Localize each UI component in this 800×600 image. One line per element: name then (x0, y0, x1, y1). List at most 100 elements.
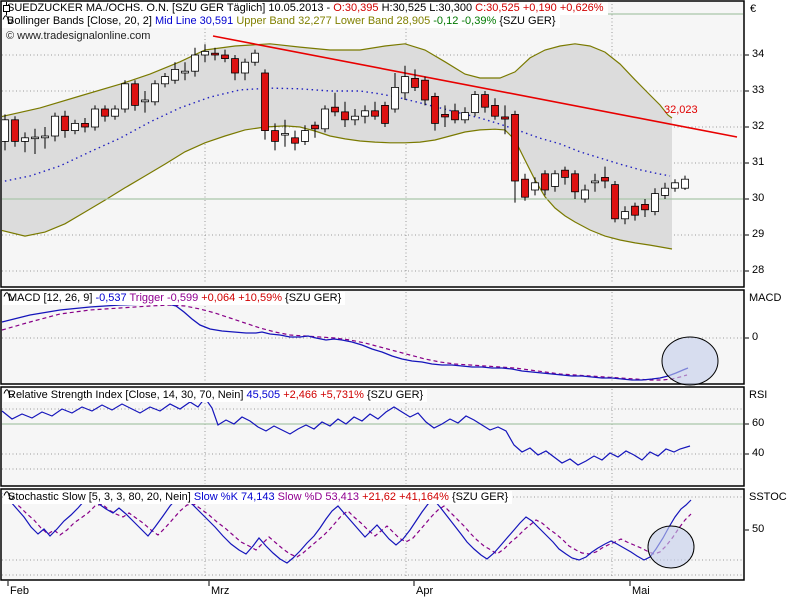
candle[interactable] (11, 119, 19, 142)
bollinger-header[interactable]: Bollinger Bands [Close, 20, 2] Mid Line … (2, 15, 560, 28)
header-segment: {SZU GER} (451, 491, 509, 503)
candle[interactable] (511, 114, 519, 182)
header-segment: Slow %D 53,413 (277, 491, 363, 503)
candle[interactable] (571, 173, 579, 193)
candle[interactable] (121, 83, 129, 110)
candle[interactable] (521, 178, 529, 198)
candle[interactable] (461, 112, 469, 121)
header-segment: Lower Band 28,905 (334, 15, 434, 27)
candle[interactable] (451, 110, 459, 121)
candle[interactable] (481, 94, 489, 108)
header-segment: {SZU GER} (499, 15, 556, 27)
candle[interactable] (321, 108, 329, 130)
candle[interactable] (591, 180, 599, 184)
header-segment: 45,505 (246, 389, 284, 401)
month-label[interactable]: Mrz (211, 585, 229, 597)
candle[interactable] (301, 130, 309, 142)
candle[interactable] (431, 96, 439, 124)
candle[interactable] (271, 130, 279, 142)
macd-header[interactable]: MACD [12, 26, 9] -0,537 Trigger -0,599 +… (3, 292, 346, 305)
candle[interactable] (381, 105, 389, 124)
candle[interactable] (491, 105, 499, 117)
watermark: © www.tradesignalonline.com (6, 30, 151, 42)
candle[interactable] (371, 110, 379, 117)
candle[interactable] (531, 182, 539, 191)
header-segment: Trigger -0,599 (129, 292, 202, 304)
candle[interactable] (221, 54, 229, 59)
candle[interactable] (41, 135, 49, 139)
candle[interactable] (61, 115, 69, 131)
rsi-header[interactable]: Relative Strength Index [Close, 14, 30, … (3, 389, 428, 402)
candle[interactable] (281, 133, 289, 136)
candle[interactable] (111, 108, 119, 117)
stochastic-header[interactable]: Stochastic Slow [5, 3, 3, 80, 20, Nein] … (3, 491, 513, 504)
candle[interactable] (161, 76, 169, 85)
candle[interactable] (251, 52, 259, 63)
candle[interactable] (51, 115, 59, 137)
month-label[interactable]: Mai (632, 585, 650, 597)
candle[interactable] (71, 123, 79, 132)
header-segment: -0,537 (95, 292, 130, 304)
candle[interactable] (601, 176, 609, 182)
candle[interactable] (171, 69, 179, 81)
candle[interactable] (101, 108, 109, 117)
candle[interactable] (81, 123, 89, 128)
candle[interactable] (501, 116, 509, 120)
stochastic-header-text: Stochastic Slow [5, 3, 3, 80, 20, Nein] … (8, 491, 508, 503)
candle[interactable] (681, 178, 689, 189)
candle[interactable] (671, 182, 679, 189)
candle[interactable] (471, 94, 479, 113)
candle[interactable] (241, 61, 249, 74)
header-segment: C:30,525 +0,190 +0,626% (475, 2, 604, 14)
candle[interactable] (151, 83, 159, 103)
candle[interactable] (201, 51, 209, 56)
price-tick-label: 31 (752, 156, 765, 168)
candle[interactable] (261, 72, 269, 131)
candle[interactable] (561, 169, 569, 178)
candle[interactable] (391, 87, 399, 110)
candle[interactable] (141, 99, 149, 103)
header-segment: Mid Line 30,591 (154, 15, 237, 27)
candle[interactable] (421, 79, 429, 101)
candle[interactable] (551, 173, 559, 187)
candle[interactable] (231, 58, 239, 74)
candle[interactable] (401, 76, 409, 94)
candle[interactable] (2, 119, 9, 142)
candle[interactable] (311, 124, 319, 130)
candle[interactable] (411, 78, 419, 88)
candle[interactable] (351, 115, 359, 121)
header-segment: {SZU GER} (285, 292, 342, 304)
candle[interactable] (611, 184, 619, 220)
candle[interactable] (131, 83, 139, 106)
candle[interactable] (31, 136, 39, 140)
month-label[interactable]: Apr (416, 585, 433, 597)
price-tick-label: 32 (752, 120, 765, 132)
bollinger-header-text: Bollinger Bands [Close, 20, 2] Mid Line … (7, 15, 556, 27)
candle[interactable] (211, 52, 219, 56)
candle[interactable] (641, 203, 649, 211)
trendline-value-label: 32,023 (664, 104, 698, 116)
candle[interactable] (361, 110, 369, 117)
header-segment: +0,064 +10,59% (201, 292, 286, 304)
candle[interactable] (291, 137, 299, 144)
price-chart-header[interactable]: SUEDZUCKER MA./OCHS. O.N. [SZU GER Tägli… (2, 2, 608, 15)
price-tick-label: 28 (752, 264, 765, 276)
candle[interactable] (341, 111, 349, 121)
header-segment: Stochastic Slow [5, 3, 3, 80, 20, Nein] (8, 491, 194, 503)
candle[interactable] (651, 193, 659, 213)
candle[interactable] (541, 173, 549, 191)
macd-highlight-circle[interactable] (661, 336, 719, 386)
candle[interactable] (441, 114, 449, 118)
month-label[interactable]: Feb (10, 585, 29, 597)
header-segment: SUEDZUCKER MA./OCHS. O.N. [SZU GER Tägli… (7, 2, 334, 14)
candle[interactable] (181, 70, 189, 74)
candle[interactable] (581, 189, 589, 200)
candle[interactable] (661, 187, 669, 196)
candle[interactable] (191, 54, 199, 72)
candle[interactable] (621, 211, 629, 220)
candle[interactable] (21, 137, 29, 142)
candle[interactable] (331, 106, 339, 113)
stoch-highlight-circle[interactable] (647, 525, 695, 569)
candle[interactable] (91, 108, 99, 128)
candle[interactable] (631, 205, 639, 216)
